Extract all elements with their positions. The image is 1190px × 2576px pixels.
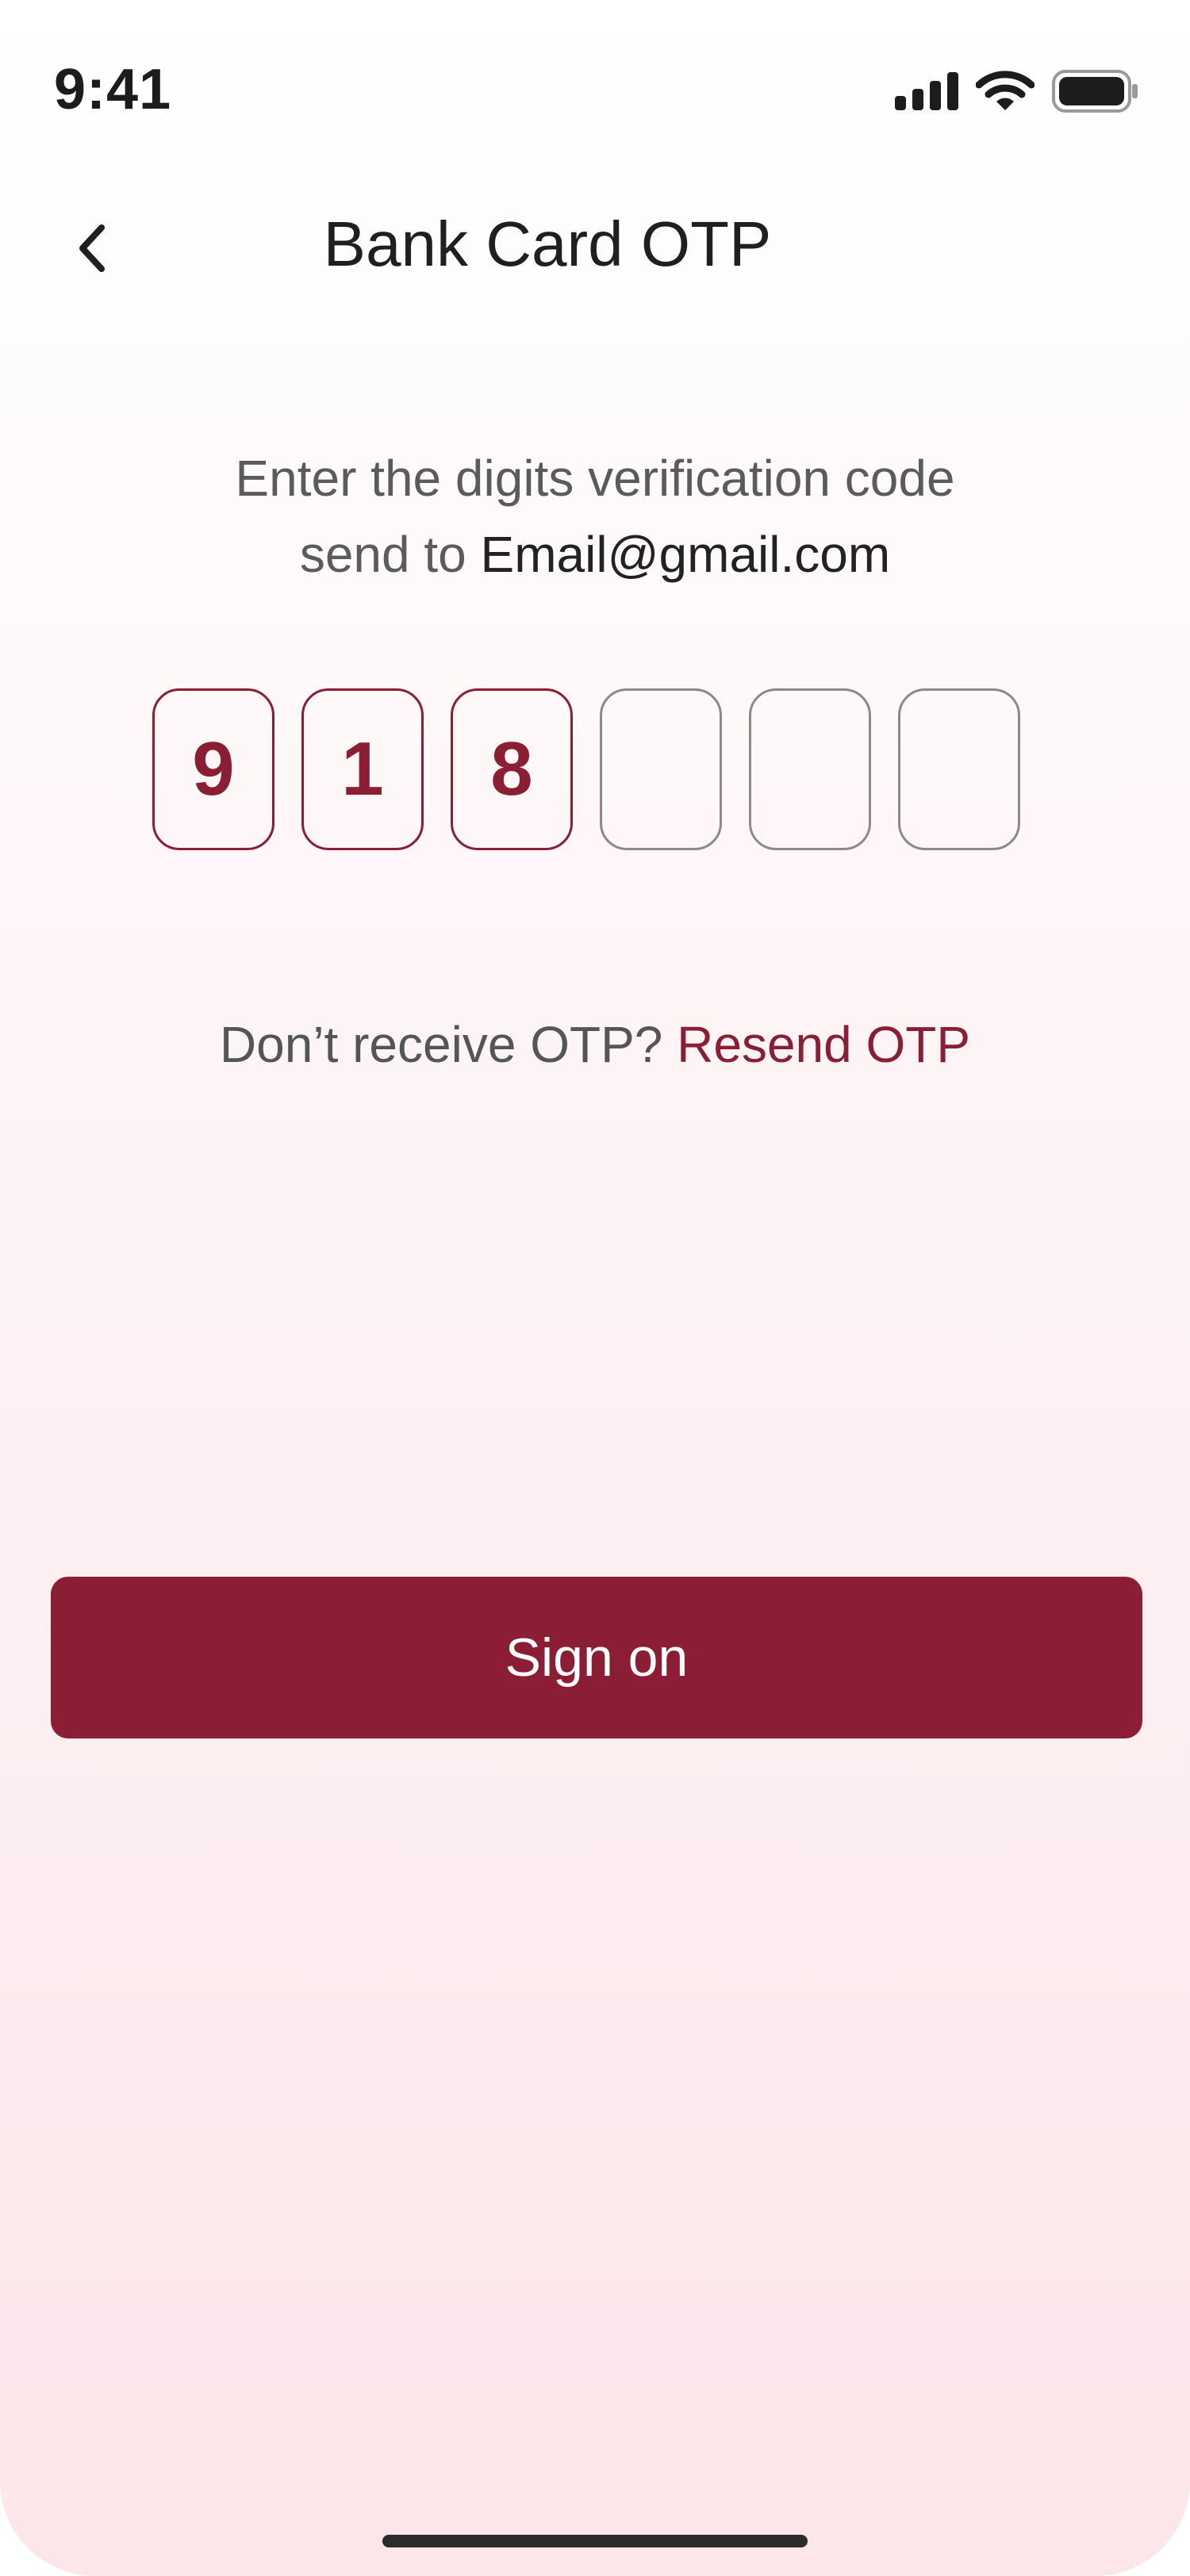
sign-on-button[interactable]: Sign on [51,1577,1142,1738]
otp-digit-6[interactable] [898,688,1020,850]
status-time: 9:41 [54,58,172,121]
cellular-signal-icon [895,72,958,114]
instruction-text: Enter the digits verification code send … [0,440,1190,592]
otp-input-group: 9 1 8 [152,688,1020,850]
sign-on-label: Sign on [505,1627,689,1688]
instruction-line-1: Enter the digits verification code [235,450,955,507]
header: Bank Card OTP [0,182,1190,309]
battery-icon [1052,70,1139,117]
otp-digit-3[interactable]: 8 [451,688,573,850]
email-address: Email@gmail.com [480,526,891,583]
status-bar: 9:41 [0,0,1190,182]
page-title: Bank Card OTP [323,209,772,279]
resend-otp-link[interactable]: Resend OTP [677,1016,970,1073]
home-indicator [382,2535,808,2547]
otp-digit-4[interactable] [600,688,722,850]
otp-screen: 9:41 Bank Card OTP Enter the digits veri… [0,0,1190,2576]
instruction-line-2: send to Email@gmail.com [0,516,1190,592]
wifi-icon [975,71,1035,116]
otp-digit-1[interactable]: 9 [152,688,274,850]
instruction-prefix: send to [299,526,481,583]
resend-prompt: Don’t receive OTP? Resend OTP [0,1015,1190,1074]
status-icons [895,70,1139,117]
otp-digit-2[interactable]: 1 [301,688,424,850]
resend-question: Don’t receive OTP? [219,1016,678,1073]
otp-digit-5[interactable] [749,688,871,850]
